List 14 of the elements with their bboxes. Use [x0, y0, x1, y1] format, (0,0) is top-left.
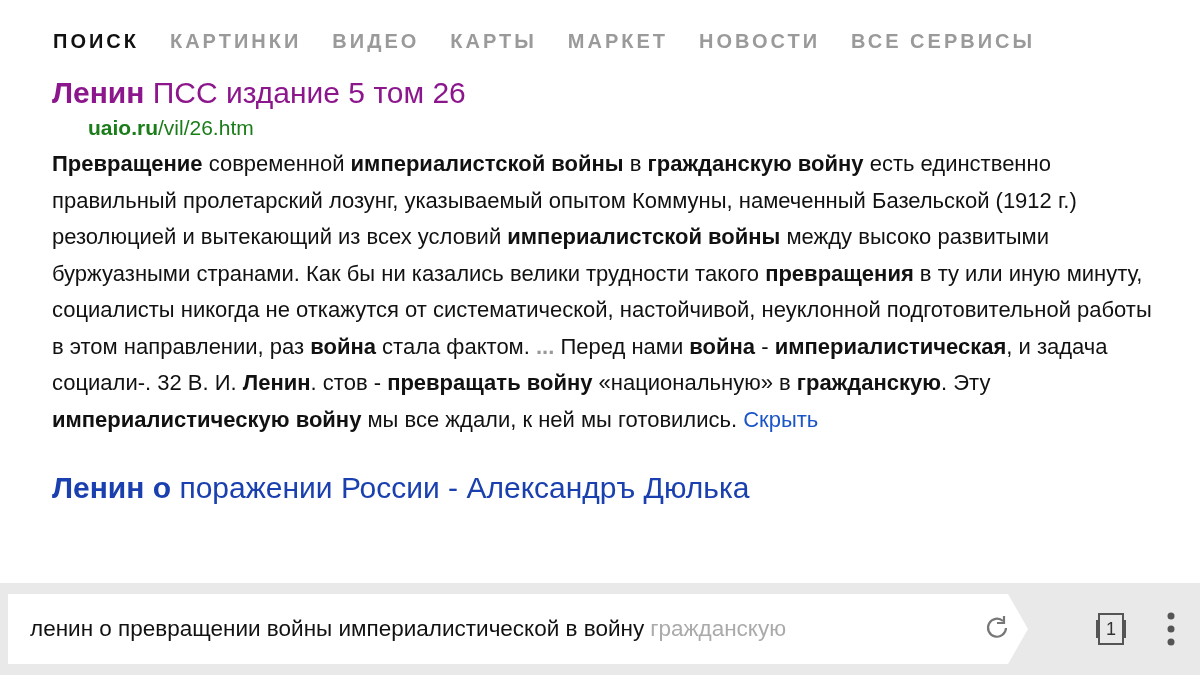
nav-tab[interactable]: НОВОСТИ	[699, 30, 821, 53]
nav-tab[interactable]: ПОИСК	[53, 30, 139, 53]
nav-tab[interactable]: ВИДЕО	[332, 30, 420, 53]
hide-link[interactable]: Скрыть	[743, 406, 819, 432]
result-snippet: Превращение современной империалистской войны в гражданскую войну есть единственно правильный пролетарский лозунг, указываемый опытом Коммуны, намеченный Базельской (1912 г.) резолюцией и вытекающий из всех условий империалистской войны между высоко развитыми буржуазными странами. Как бы ни казались велики трудности такого превращения в ту или иную минуту, социалисты никогда не откажутся от систематической, настойчивой, неуклонной подготовительной работы в этом направлении, раз война стала фактом. ... Перед нами война - империалистическая, и задача социали-. 32 В. И. Ленин. стов - превращать войну «национальную» в гражданскую. Эту империалистическую войну мы все ждали, к ней мы готовились. Скрыть	[52, 150, 1152, 434]
nav-tab[interactable]: МАРКЕТ	[567, 30, 669, 53]
result-title-link[interactable]: Ленин о поражении России - Александръ Дюлька	[52, 468, 750, 508]
tab-count-button[interactable]: 1	[1098, 613, 1124, 645]
result-url-link[interactable]: uaio.ru/vil/26.htm	[88, 113, 254, 143]
nav-tab[interactable]: КАРТИНКИ	[169, 30, 302, 53]
menu-icon[interactable]	[1166, 612, 1176, 646]
nav-tab[interactable]: ВСЕ СЕРВИСЫ	[851, 30, 1036, 53]
result-title-link[interactable]: Ленин ПСС издание 5 том 26	[52, 73, 466, 113]
nav-tab[interactable]: КАРТЫ	[450, 30, 537, 53]
